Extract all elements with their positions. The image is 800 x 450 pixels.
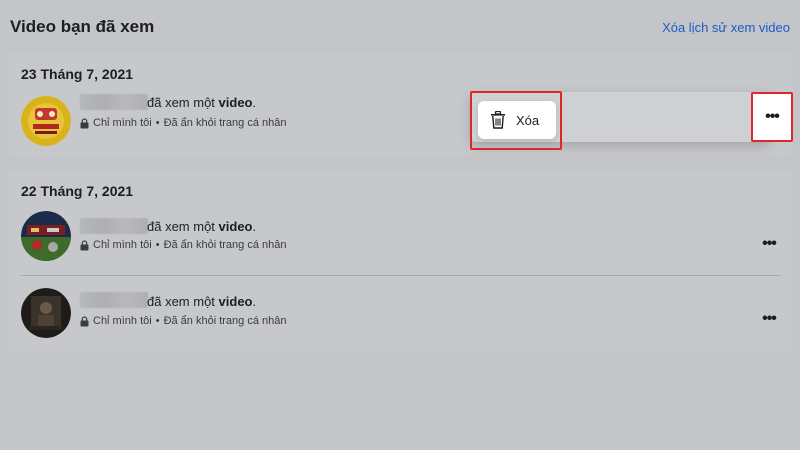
lock-icon: [80, 239, 89, 251]
avatar-image: [21, 96, 71, 146]
activity-suffix: .: [252, 219, 257, 234]
privacy-meta: Chỉ mình tôi • Đã ẩn khỏi trang cá nhân: [80, 239, 286, 251]
privacy-label[interactable]: Chỉ mình tôi: [93, 239, 152, 251]
group-date: 23 Tháng 7, 2021: [21, 66, 134, 82]
group-date: 22 Tháng 7, 2021: [21, 183, 134, 199]
more-icon: •••: [762, 310, 777, 327]
activity-object[interactable]: video: [219, 294, 253, 309]
highlight-box-delete: [470, 91, 562, 150]
more-options-button-active[interactable]: •••: [751, 92, 793, 142]
list-item[interactable]: đã xem một video. Chỉ mình tôi • Đã ẩn k…: [7, 282, 793, 356]
more-icon: •••: [762, 235, 777, 252]
activity-text: đã xem một video.: [147, 294, 256, 309]
activity-prefix: đã xem một: [147, 219, 219, 234]
clear-history-link[interactable]: Xóa lịch sử xem video: [662, 20, 790, 35]
user-name-redacted: [80, 218, 148, 234]
activity-text: đã xem một video.: [147, 95, 256, 110]
meta-separator: •: [155, 239, 160, 251]
activity-object[interactable]: video: [219, 219, 253, 234]
privacy-label[interactable]: Chỉ mình tôi: [93, 315, 152, 327]
visibility-status: Đã ẩn khỏi trang cá nhân: [163, 117, 287, 129]
user-name-redacted: [80, 292, 148, 308]
avatar[interactable]: [21, 288, 71, 338]
activity-prefix: đã xem một: [147, 95, 219, 110]
activity-suffix: .: [252, 95, 257, 110]
activity-suffix: .: [252, 294, 257, 309]
user-name-redacted: [80, 94, 148, 110]
more-options-button[interactable]: •••: [757, 309, 781, 329]
list-item[interactable]: đã xem một video. Chỉ mình tôi • Đã ẩn k…: [7, 206, 793, 280]
more-icon: •••: [765, 108, 780, 125]
privacy-meta: Chỉ mình tôi • Đã ẩn khỏi trang cá nhân: [80, 117, 286, 129]
avatar[interactable]: [21, 211, 71, 261]
more-options-button[interactable]: •••: [757, 234, 781, 254]
avatar-image: [21, 288, 71, 338]
activity-object[interactable]: video: [219, 95, 253, 110]
history-group-card: 22 Tháng 7, 2021 đã xem một video. Chỉ m…: [7, 170, 793, 353]
row-divider: [21, 275, 781, 276]
activity-text: đã xem một video.: [147, 219, 256, 234]
activity-prefix: đã xem một: [147, 294, 219, 309]
lock-icon: [80, 315, 89, 327]
privacy-label[interactable]: Chỉ mình tôi: [93, 117, 152, 129]
page-header: Video bạn đã xem Xóa lịch sử xem video: [0, 0, 800, 52]
privacy-meta: Chỉ mình tôi • Đã ẩn khỏi trang cá nhân: [80, 315, 286, 327]
visibility-status: Đã ẩn khỏi trang cá nhân: [163, 239, 287, 251]
page-title: Video bạn đã xem: [10, 17, 155, 36]
meta-separator: •: [155, 117, 160, 129]
avatar[interactable]: [21, 96, 71, 146]
avatar-image: [21, 211, 71, 261]
lock-icon: [80, 117, 89, 129]
meta-separator: •: [155, 315, 160, 327]
visibility-status: Đã ẩn khỏi trang cá nhân: [163, 315, 287, 327]
